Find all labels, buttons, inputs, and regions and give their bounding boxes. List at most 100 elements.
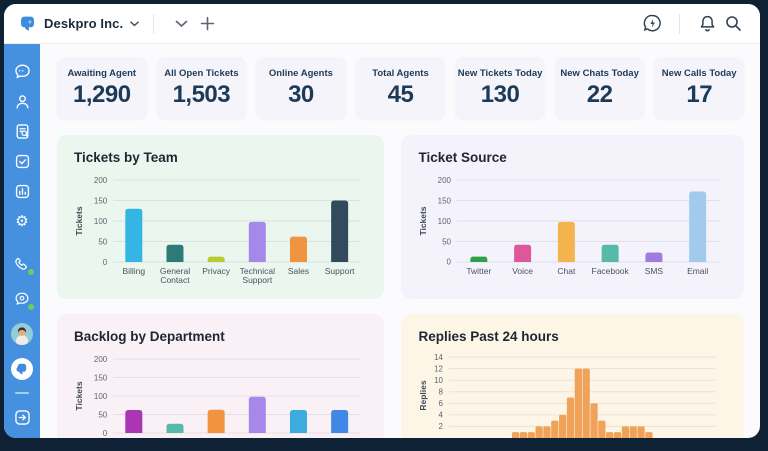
sidebar: ⚙ xyxy=(4,44,40,438)
svg-text:Chat: Chat xyxy=(558,266,577,276)
topbar-actions xyxy=(639,11,746,37)
svg-text:Billing: Billing xyxy=(122,266,145,276)
stat-value: 22 xyxy=(587,81,613,109)
quick-actions-button[interactable] xyxy=(639,11,665,37)
collapse-sidebar-button[interactable] xyxy=(8,402,36,432)
svg-text:200: 200 xyxy=(438,176,452,185)
chart-title: Tickets by Team xyxy=(74,150,370,165)
stat-card-total-agents: Total Agents 45 xyxy=(356,57,446,119)
chat-bubble-icon xyxy=(13,62,32,81)
stat-label: New Tickets Today xyxy=(458,68,543,79)
stat-label: New Chats Today xyxy=(560,68,638,79)
sidebar-item-chat-status[interactable] xyxy=(8,284,36,314)
svg-text:Support: Support xyxy=(325,266,355,276)
stat-label: Awaiting Agent xyxy=(67,68,136,79)
svg-text:200: 200 xyxy=(94,355,108,364)
dashboard-main: Awaiting Agent 1,290 All Open Tickets 1,… xyxy=(40,44,760,438)
document-search-icon xyxy=(13,122,32,141)
gear-icon: ⚙ xyxy=(15,214,28,229)
svg-text:150: 150 xyxy=(94,196,108,205)
topbar-divider xyxy=(679,14,680,34)
svg-text:Sales: Sales xyxy=(288,266,309,276)
svg-text:150: 150 xyxy=(94,373,108,382)
sidebar-item-settings[interactable]: ⚙ xyxy=(8,206,36,236)
sidebar-item-search-records[interactable] xyxy=(8,116,36,146)
topbar-divider xyxy=(153,14,154,34)
stat-card-online-agents: Online Agents 30 xyxy=(256,57,346,119)
org-name: Deskpro Inc. xyxy=(44,16,123,31)
svg-text:Facebook: Facebook xyxy=(592,266,630,276)
charts-grid: Tickets by Team 050100150200TicketsBilli… xyxy=(57,135,744,438)
stat-label: New Calls Today xyxy=(662,68,737,79)
svg-text:4: 4 xyxy=(439,411,444,420)
svg-text:0: 0 xyxy=(103,258,108,267)
stat-card-awaiting-agent: Awaiting Agent 1,290 xyxy=(57,57,147,119)
svg-text:100: 100 xyxy=(438,217,452,226)
svg-text:0: 0 xyxy=(103,429,108,438)
online-status-dot xyxy=(27,303,35,311)
chart-title: Replies Past 24 hours xyxy=(418,329,730,344)
stat-label: All Open Tickets xyxy=(164,68,238,79)
svg-text:SMS: SMS xyxy=(645,266,664,276)
sidebar-bottom xyxy=(8,249,36,432)
deskpro-circle-icon xyxy=(11,358,33,380)
lightning-bubble-icon xyxy=(642,13,663,34)
svg-text:Tickets: Tickets xyxy=(74,206,84,235)
user-avatar[interactable] xyxy=(8,319,36,349)
svg-text:Tickets: Tickets xyxy=(418,206,428,235)
check-square-icon xyxy=(13,152,32,171)
svg-text:6: 6 xyxy=(439,399,444,408)
org-switcher[interactable]: Deskpro Inc. xyxy=(18,14,139,33)
app-window: Deskpro Inc. xyxy=(4,4,760,438)
stat-card-all-open-tickets: All Open Tickets 1,503 xyxy=(157,57,247,119)
chart-card-ticket-source: Ticket Source 050100150200TicketsTwitter… xyxy=(401,135,744,299)
search-button[interactable] xyxy=(720,11,746,37)
stat-value: 30 xyxy=(288,81,314,109)
svg-text:Replies: Replies xyxy=(418,380,428,410)
deskpro-badge[interactable] xyxy=(8,354,36,384)
body-row: ⚙ xyxy=(4,44,760,438)
stat-value: 45 xyxy=(388,81,414,109)
stat-label: Online Agents xyxy=(269,68,333,79)
ticket-source-chart: 050100150200TicketsTwitterVoiceChatFaceb… xyxy=(415,170,730,292)
svg-text:14: 14 xyxy=(435,353,444,362)
online-status-dot xyxy=(27,268,35,276)
notifications-button[interactable] xyxy=(694,11,720,37)
chart-title: Ticket Source xyxy=(418,150,730,165)
stat-value: 17 xyxy=(686,81,712,109)
sidebar-item-conversations[interactable] xyxy=(8,56,36,86)
stat-label: Total Agents xyxy=(372,68,428,79)
svg-text:150: 150 xyxy=(438,196,452,205)
svg-text:50: 50 xyxy=(98,237,107,246)
svg-text:10: 10 xyxy=(435,376,444,385)
sidebar-item-reports[interactable] xyxy=(8,176,36,206)
tab-dropdown-button[interactable] xyxy=(168,11,194,37)
stats-row: Awaiting Agent 1,290 All Open Tickets 1,… xyxy=(57,57,744,119)
chart-card-replies-past-24-hours: Replies Past 24 hours 2468101214Replies xyxy=(401,314,744,438)
stat-value: 130 xyxy=(481,81,520,109)
svg-text:Tickets: Tickets xyxy=(74,381,84,410)
svg-text:100: 100 xyxy=(94,217,108,226)
chevron-down-icon xyxy=(130,21,139,27)
stat-value: 1,503 xyxy=(173,81,231,109)
bar-chart-icon xyxy=(13,182,32,201)
plus-icon xyxy=(200,16,215,31)
svg-text:Twitter: Twitter xyxy=(467,266,492,276)
tickets-by-team-chart: 050100150200TicketsBillingGeneralContact… xyxy=(71,170,370,292)
chart-card-backlog-by-department: Backlog by Department 050100150200Ticket… xyxy=(57,314,384,438)
svg-text:GeneralContact: GeneralContact xyxy=(160,266,190,285)
sidebar-item-phone-status[interactable] xyxy=(8,249,36,279)
svg-text:100: 100 xyxy=(94,392,108,401)
sidebar-item-tasks[interactable] xyxy=(8,146,36,176)
chart-card-tickets-by-team: Tickets by Team 050100150200TicketsBilli… xyxy=(57,135,384,299)
sidebar-item-agents[interactable] xyxy=(8,86,36,116)
svg-text:Email: Email xyxy=(688,266,709,276)
sidebar-divider xyxy=(15,392,29,394)
new-tab-button[interactable] xyxy=(194,11,220,37)
stat-card-new-tickets-today: New Tickets Today 130 xyxy=(455,57,545,119)
stat-value: 1,290 xyxy=(73,81,131,109)
svg-text:12: 12 xyxy=(435,364,444,373)
bell-icon xyxy=(698,14,717,34)
svg-text:50: 50 xyxy=(98,410,107,419)
stat-card-new-calls-today: New Calls Today 17 xyxy=(654,57,744,119)
